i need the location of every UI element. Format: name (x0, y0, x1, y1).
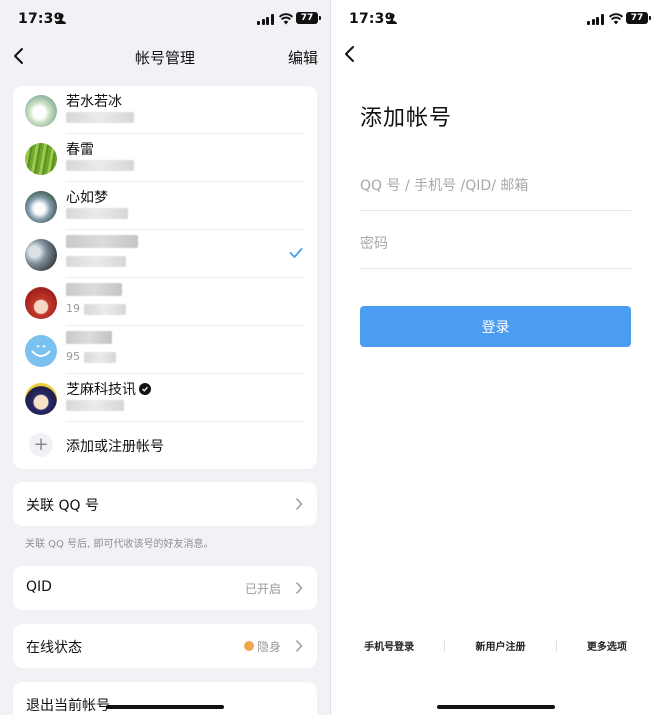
signal-icon (257, 14, 274, 25)
checkmark-icon (289, 248, 303, 258)
account-list: 若水若冰 春雷 心如梦 19 95 芝麻科技讯 + 添加或注册帐号 (13, 86, 317, 469)
person-icon (387, 13, 397, 24)
account-id-redacted (66, 254, 126, 267)
signal-icon (587, 14, 604, 25)
home-indicator (106, 705, 224, 709)
verified-badge-icon (139, 383, 151, 395)
account-name: 芝麻科技讯 (66, 379, 151, 399)
account-item-current[interactable] (13, 230, 317, 278)
account-item[interactable]: 芝麻科技讯 (13, 374, 317, 422)
avatar (25, 191, 57, 223)
plus-icon: + (29, 433, 53, 457)
chevron-right-icon (295, 582, 303, 594)
account-id-redacted (66, 110, 134, 123)
status-bar: 17:39 77 (0, 0, 330, 36)
logout-row[interactable]: 退出当前帐号 (13, 682, 317, 715)
more-options-link[interactable]: 更多选项 (587, 638, 627, 654)
avatar (25, 143, 57, 175)
register-link[interactable]: 新用户注册 (475, 638, 525, 654)
status-bar: 17:39 77 (331, 0, 660, 36)
account-id: 95 (66, 350, 116, 363)
account-id: 19 (66, 302, 126, 315)
nav-bar (331, 38, 660, 74)
qid-row[interactable]: QID 已开启 (13, 566, 317, 610)
page-title: 添加帐号 (360, 106, 453, 131)
smile-icon (31, 345, 51, 357)
add-account-label: 添加或注册帐号 (66, 439, 164, 455)
wifi-icon (279, 13, 293, 25)
avatar (25, 287, 57, 319)
account-name: 若水若冰 (66, 94, 122, 110)
account-name (66, 331, 115, 344)
qid-status: 已开启 (244, 582, 281, 596)
account-name: 春雷 (66, 142, 94, 158)
password-input[interactable] (360, 231, 631, 257)
chevron-right-icon (295, 640, 303, 652)
account-management-screen: 17:39 77 帐号管理 编辑 若水若冰 春雷 心如梦 19 95 芝麻科技讯… (0, 0, 330, 715)
add-account-screen: 17:39 77 添加帐号 登录 手机号登录 新用户注册 更多选项 (330, 0, 660, 715)
account-item[interactable]: 19 (13, 278, 317, 326)
edit-button[interactable]: 编辑 (288, 47, 318, 68)
wifi-icon (609, 13, 623, 25)
account-name (66, 283, 125, 296)
account-input[interactable] (360, 173, 631, 199)
account-id-redacted (66, 398, 124, 411)
phone-login-link[interactable]: 手机号登录 (364, 638, 414, 654)
logout-label: 退出当前帐号 (26, 698, 110, 714)
battery-icon: 77 (296, 12, 321, 24)
avatar (25, 335, 57, 367)
home-indicator (437, 705, 555, 709)
person-icon (56, 13, 66, 24)
login-button[interactable]: 登录 (360, 306, 631, 347)
chevron-right-icon (295, 498, 303, 510)
account-item[interactable]: 春雷 (13, 134, 317, 182)
online-status-row[interactable]: 在线状态 隐身 (13, 624, 317, 668)
account-id-redacted (66, 158, 134, 171)
online-status-value: 隐身 (256, 640, 281, 654)
account-item[interactable]: 心如梦 (13, 182, 317, 230)
link-qq-hint: 关联 QQ 号后, 即可代收该号的好友消息。 (25, 539, 214, 550)
avatar (25, 383, 57, 415)
password-field (360, 221, 631, 269)
account-field (360, 163, 631, 211)
link-qq-label: 关联 QQ 号 (26, 498, 99, 514)
qid-label: QID (26, 579, 52, 595)
battery-icon: 77 (626, 12, 651, 24)
account-name (66, 235, 141, 248)
avatar (25, 95, 57, 127)
back-chevron-icon[interactable] (341, 43, 361, 65)
account-name: 心如梦 (66, 190, 108, 206)
status-dot-icon (244, 641, 254, 651)
account-item[interactable]: 若水若冰 (13, 86, 317, 134)
account-item[interactable]: 95 (13, 326, 317, 374)
add-account-button[interactable]: + 添加或注册帐号 (13, 422, 317, 468)
link-qq-row[interactable]: 关联 QQ 号 (13, 482, 317, 526)
online-status-label: 在线状态 (26, 640, 82, 656)
bottom-links: 手机号登录 新用户注册 更多选项 (331, 638, 660, 654)
avatar (25, 239, 57, 271)
account-id-redacted (66, 206, 128, 219)
page-title: 帐号管理 (134, 49, 195, 67)
nav-bar: 帐号管理 编辑 (0, 38, 330, 74)
